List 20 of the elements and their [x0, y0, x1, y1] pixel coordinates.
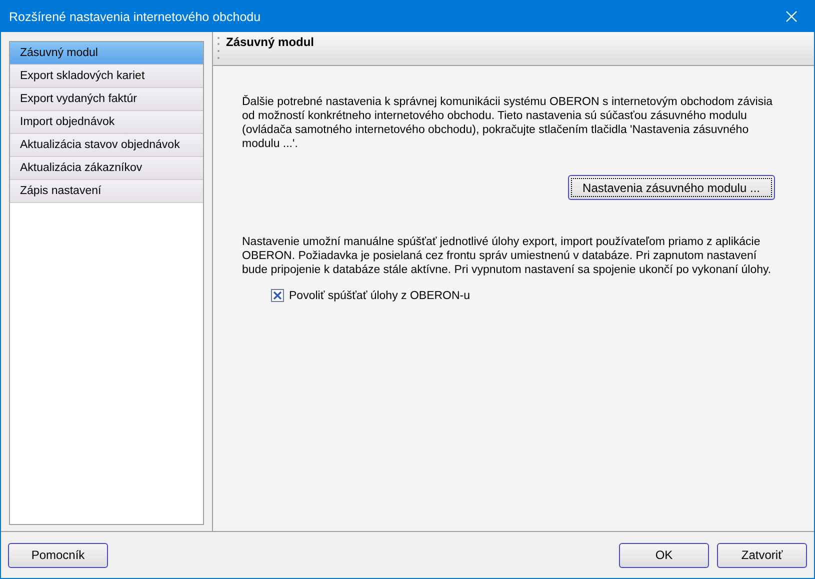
sidebar-item[interactable]: Aktualizácia zákazníkov [10, 157, 203, 180]
ok-button[interactable]: OK [619, 542, 709, 568]
grip-icon [217, 35, 220, 61]
sidebar-item[interactable]: Export vydaných faktúr [10, 88, 203, 111]
window-title: Rozšírené nastavenia internetového obchodu [9, 10, 261, 24]
checkbox[interactable] [271, 289, 284, 302]
sidebar-item[interactable]: Import objednávok [10, 111, 203, 134]
panel-title: Zásuvný modul [226, 35, 314, 49]
sidebar-item[interactable]: Export skladových kariet [10, 65, 203, 88]
close-dialog-button[interactable]: Zatvoriť [717, 542, 807, 568]
description-text: Ďalšie potrebné nastavenia k správnej komunikácii systému OBERON s internetovým obchodom závisia od možností konkrétneho internetového obchodu. Tieto nastavenia sú súčasťou zásuvného modulu (ovládača samotného internetového obchodu), pokračujte stlačením tlačidla 'Nastavenia zásuvného modulu ...'. [242, 95, 774, 151]
note-text: Nastavenie umožní manuálne spúšťať jednotlivé úlohy export, import používateľom priamo z aplikácie OBERON. Požiadavka je posielaná cez frontu správ umiestnenú v databáze. Pri zapnutom nastavení bude pripojenie k databáze stále aktívne. Pri vypnutom nastavení sa spojenie ukončí po vykonaní úlohy. [242, 235, 772, 277]
sidebar-item[interactable]: Zásuvný modul [10, 42, 203, 65]
sidebar-item[interactable]: Aktualizácia stavov objednávok [10, 134, 203, 157]
sidebar-item[interactable]: Zápis nastavení [10, 180, 203, 203]
close-icon [786, 11, 796, 22]
plugin-settings-button[interactable]: Nastavenia zásuvného modulu ... [568, 175, 775, 200]
checkbox-label: Povoliť spúšťať úlohy z OBERON-u [289, 290, 470, 302]
cross-icon [273, 291, 282, 300]
help-button[interactable]: Pomocník [8, 542, 108, 568]
